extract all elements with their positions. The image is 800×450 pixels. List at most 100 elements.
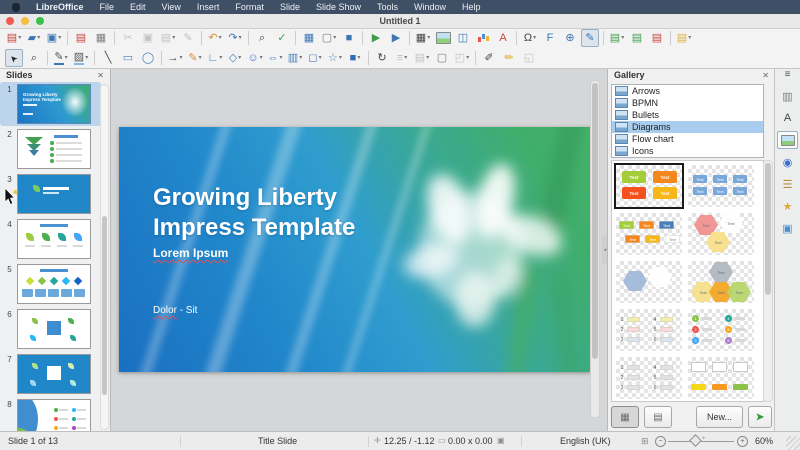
slide-thumbnail-1[interactable]: 1Growing Liberty Impress Template — [0, 82, 101, 126]
gallery-item-hexpyramid-5[interactable]: TextTextTextText — [688, 261, 754, 303]
slide-thumbnail-6[interactable]: 6 — [0, 307, 101, 351]
gallery-item-hexcluster-3[interactable]: TextTextText — [688, 213, 754, 255]
window-resize-grip[interactable] — [786, 436, 800, 450]
callout-shapes-tool[interactable]: ◻▾ — [306, 49, 324, 67]
document-modified-icon[interactable]: ▣ — [497, 436, 505, 445]
slide-properties-button[interactable]: ▤▾ — [675, 29, 693, 47]
find-replace-button[interactable]: ⌕ — [253, 29, 271, 47]
gallery-item-colorbars-9[interactable] — [688, 357, 754, 399]
display-grid-button[interactable]: ▦ — [300, 29, 318, 47]
select-tool[interactable]: ➤ — [5, 49, 23, 67]
slide-thumbnail-2[interactable]: 2 — [0, 127, 101, 171]
gallery-item-hexpair-4[interactable] — [616, 261, 682, 303]
show-draw-functions-button[interactable]: ✎ — [581, 29, 599, 47]
new-slide-button[interactable]: ▤▾ — [608, 29, 626, 47]
duplicate-slide-button[interactable]: ▤ — [628, 29, 646, 47]
menu-help[interactable]: Help — [454, 2, 489, 12]
zoom-out-button[interactable]: − — [655, 436, 666, 447]
menu-view[interactable]: View — [154, 2, 189, 12]
gallery-category-bpmn[interactable]: BPMN — [612, 97, 763, 109]
slides-panel-close-icon[interactable]: ✕ — [97, 71, 104, 80]
zoom-pan-tool[interactable]: ⌕ — [25, 49, 43, 67]
gallery-tab[interactable] — [777, 131, 798, 149]
zoom-in-button[interactable]: + — [737, 436, 748, 447]
menu-format[interactable]: Format — [227, 2, 272, 12]
gallery-scrollbar-thumb[interactable] — [765, 163, 771, 295]
statusbar-zoom-level[interactable]: 60% — [755, 436, 773, 446]
insert-fontwork-button[interactable]: F — [541, 29, 559, 47]
fill-color-button[interactable]: ▨▾ — [72, 49, 90, 67]
glue-points-button[interactable]: ✏ — [500, 49, 518, 67]
workspace-scrollbar[interactable] — [590, 80, 600, 418]
lines-arrows-tool[interactable]: →▾ — [166, 49, 184, 67]
ellipse-tool[interactable]: ◯ — [139, 49, 157, 67]
insert-media-button[interactable]: ◫ — [454, 29, 472, 47]
menu-edit[interactable]: Edit — [122, 2, 154, 12]
gallery-new-theme-button[interactable]: New... — [696, 406, 743, 428]
gallery-item-badgelist-7[interactable]: 123456 — [688, 309, 754, 351]
spelling-button[interactable]: ✓ — [273, 29, 291, 47]
fit-slide-icon[interactable]: ⊞ — [641, 436, 649, 447]
print-button[interactable]: ▦ — [92, 29, 110, 47]
insert-chart-button[interactable] — [474, 29, 492, 47]
gallery-item-boxes2x2-0[interactable]: TextTextTextText — [616, 165, 682, 207]
slide-canvas[interactable]: Growing Liberty Impress Template Lorem I… — [119, 127, 591, 372]
animation-tab[interactable]: ★ — [777, 197, 798, 215]
gallery-detail-view-button[interactable]: ▤ — [644, 406, 672, 428]
shadow-button[interactable]: ▢ — [433, 49, 451, 67]
gallery-item-boxes2x3-1[interactable]: TextTextTextTextTextText — [688, 165, 754, 207]
menu-tools[interactable]: Tools — [369, 2, 406, 12]
insert-table-button[interactable]: ▦▾ — [414, 29, 432, 47]
gallery-item-numlist2-8[interactable]: 123456 — [616, 357, 682, 399]
gallery-category-bullets[interactable]: Bullets — [612, 109, 763, 121]
stars-banners-tool[interactable]: ☆▾ — [326, 49, 344, 67]
slide-thumbnail-4[interactable]: 4 — [0, 217, 101, 261]
edit-points-button[interactable]: ✐ — [480, 49, 498, 67]
gallery-category-flow-chart[interactable]: Flow chart — [612, 133, 763, 145]
gallery-item-numlist-6[interactable]: 123456 — [616, 309, 682, 351]
menu-file[interactable]: File — [92, 2, 123, 12]
slides-panel-scrollbar[interactable] — [100, 84, 109, 430]
3d-objects-tool[interactable]: ■▾ — [346, 49, 364, 67]
display-mode-button[interactable]: ■ — [340, 29, 358, 47]
line-color-button[interactable]: ✎▾ — [52, 49, 70, 67]
gallery-scrollbar[interactable] — [763, 160, 773, 402]
sidebar-settings-icon[interactable]: ≡ — [785, 69, 791, 83]
export-pdf-button[interactable]: ▤ — [72, 29, 90, 47]
gallery-category-diagrams[interactable]: Diagrams — [612, 121, 763, 133]
menu-libreoffice[interactable]: LibreOffice — [28, 2, 92, 12]
menu-window[interactable]: Window — [406, 2, 454, 12]
statusbar-layout-name[interactable]: Title Slide — [258, 436, 297, 446]
gallery-item-boxrows-2[interactable]: TextTextTextTextTextText — [616, 213, 682, 255]
gallery-insert-icon[interactable]: ➤ — [748, 406, 772, 428]
workspace-scrollbar-thumb[interactable] — [592, 83, 598, 359]
insert-image-button[interactable] — [434, 29, 452, 47]
display-views-button[interactable]: ▢▾ — [320, 29, 338, 47]
delete-slide-button[interactable]: ▤ — [648, 29, 666, 47]
rectangle-tool[interactable]: ▭ — [119, 49, 137, 67]
start-from-first-slide-button[interactable]: ▶ — [367, 29, 385, 47]
slide-title-text[interactable]: Growing Liberty Impress Template — [153, 183, 355, 243]
block-arrows-tool[interactable]: ⇔▾ — [266, 49, 284, 67]
gallery-category-icons[interactable]: Icons — [612, 145, 763, 157]
new-presentation-button[interactable]: ▤▾ — [5, 29, 23, 47]
slides-scrollbar-thumb[interactable] — [102, 216, 107, 395]
slide-subtitle-text[interactable]: Lorem Ipsum — [153, 246, 228, 260]
connectors-tool[interactable]: ∟▾ — [206, 49, 224, 67]
insert-hyperlink-button[interactable]: ⊕ — [561, 29, 579, 47]
start-from-current-slide-button[interactable]: ▶ — [387, 29, 405, 47]
navigator-tab[interactable]: ◉ — [777, 153, 798, 171]
menu-insert[interactable]: Insert — [189, 2, 228, 12]
statusbar-language[interactable]: English (UK) — [560, 436, 611, 446]
insert-line-tool[interactable]: ╲ — [99, 49, 117, 67]
curves-polygons-tool[interactable]: ✎▾ — [186, 49, 204, 67]
undo-button[interactable]: ↶▾ — [206, 29, 224, 47]
gallery-category-arrows[interactable]: Arrows — [612, 85, 763, 97]
insert-special-character-button[interactable]: Ω▾ — [521, 29, 539, 47]
save-button[interactable]: ▣▾ — [45, 29, 63, 47]
gallery-panel-close-icon[interactable]: ✕ — [762, 71, 769, 80]
slide-thumbnail-8[interactable]: 8 — [0, 397, 101, 432]
master-slides-tab[interactable]: ▣ — [777, 219, 798, 237]
basic-shapes-tool[interactable]: ◇▾ — [226, 49, 244, 67]
menu-slide[interactable]: Slide — [272, 2, 308, 12]
